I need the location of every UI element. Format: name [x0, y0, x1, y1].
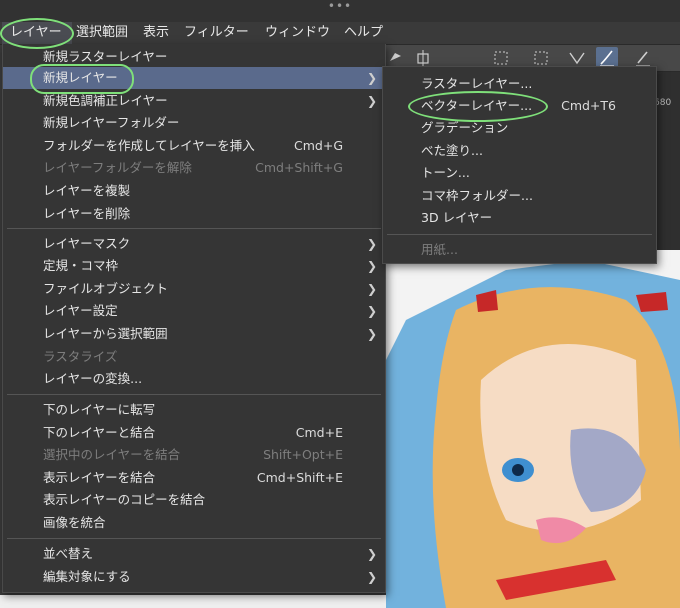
menu-item-label: レイヤー設定: [43, 303, 118, 318]
illustration-image: [386, 260, 680, 608]
menu-item-label: 表示レイヤーを結合: [43, 470, 156, 485]
chevron-right-icon: ❯: [366, 237, 377, 251]
menu-item-merge-visible[interactable]: 表示レイヤーを結合 Cmd+Shift+E: [3, 467, 385, 489]
menu-item-label: 下のレイヤーに転写: [43, 402, 156, 417]
canvas-left-strip: [0, 595, 386, 608]
menu-item-ruler-frame[interactable]: 定規・コマ枠 ❯: [3, 255, 385, 277]
submenu-item-3d-layer[interactable]: 3D レイヤー: [383, 207, 656, 229]
shortcut-label: Cmd+Shift+E: [256, 470, 343, 485]
menu-item-create-folder-insert[interactable]: フォルダーを作成してレイヤーを挿入 Cmd+G: [3, 135, 385, 157]
menu-item-transfer-down[interactable]: 下のレイヤーに転写: [3, 399, 385, 421]
menu-item-label: 用紙...: [421, 242, 458, 257]
menu-item-label: 画像を統合: [43, 515, 106, 530]
menu-bar: レイヤー 選択範囲 表示 フィルター ウィンドウ ヘルプ: [0, 22, 680, 45]
submenu-item-tone[interactable]: トーン...: [383, 162, 656, 184]
chevron-right-icon: ❯: [366, 259, 377, 273]
menu-view[interactable]: 表示: [143, 22, 169, 44]
menu-layer[interactable]: レイヤー: [2, 22, 72, 44]
menu-item-label: 3D レイヤー: [421, 210, 493, 225]
menu-item-label: レイヤーフォルダーを解除: [43, 160, 192, 175]
chevron-right-icon: ❯: [366, 282, 377, 296]
window-dots-icon[interactable]: •••: [0, 0, 680, 12]
menu-item-merge-visible-copy[interactable]: 表示レイヤーのコピーを結合: [3, 489, 385, 511]
menu-item-new-layer[interactable]: 新規レイヤー ❯: [3, 67, 385, 89]
menu-item-label: 新規レイヤーフォルダー: [43, 115, 180, 130]
menu-window[interactable]: ウィンドウ: [265, 22, 330, 44]
menu-filter[interactable]: フィルター: [184, 22, 249, 44]
shortcut-label: Cmd+T6: [561, 98, 616, 113]
menu-item-layer-settings[interactable]: レイヤー設定 ❯: [3, 300, 385, 322]
menu-selection[interactable]: 選択範囲: [76, 22, 128, 44]
menu-item-label: ベクターレイヤー...: [421, 98, 533, 113]
menu-item-file-object[interactable]: ファイルオブジェクト ❯: [3, 278, 385, 300]
submenu-item-vector-layer[interactable]: ベクターレイヤー... Cmd+T6: [383, 95, 656, 117]
menu-item-label: べた塗り...: [421, 143, 483, 158]
menu-separator: [7, 538, 381, 539]
menu-separator: [387, 234, 652, 235]
menu-item-release-folder: レイヤーフォルダーを解除 Cmd+Shift+G: [3, 157, 385, 179]
menu-item-flatten-image[interactable]: 画像を統合: [3, 512, 385, 534]
shortcut-label: Cmd+Shift+G: [255, 160, 343, 175]
menu-item-rasterize: ラスタライズ: [3, 346, 385, 368]
menu-item-label: 新規ラスターレイヤー: [43, 49, 168, 64]
menu-item-delete-layer[interactable]: レイヤーを削除: [3, 203, 385, 225]
menu-item-label: レイヤーを複製: [43, 183, 131, 198]
menu-separator: [7, 394, 381, 395]
menu-item-label: 新規色調補正レイヤー: [43, 93, 168, 108]
menu-item-label: コマ枠フォルダー...: [421, 188, 533, 203]
window-titlebar: •••: [0, 0, 680, 22]
submenu-item-raster-layer[interactable]: ラスターレイヤー...: [383, 73, 656, 95]
menu-help[interactable]: ヘルプ: [344, 22, 383, 44]
menu-item-label: ラスターレイヤー...: [421, 76, 533, 91]
layer-menu-dropdown: 新規ラスターレイヤー 新規レイヤー ❯ 新規色調補正レイヤー ❯ 新規レイヤーフォル…: [2, 44, 386, 593]
menu-item-new-correction-layer[interactable]: 新規色調補正レイヤー ❯: [3, 90, 385, 112]
menu-item-set-edit-target[interactable]: 編集対象にする ❯: [3, 566, 385, 588]
menu-item-label: ラスタライズ: [43, 349, 118, 364]
menu-item-label: 定規・コマ枠: [43, 258, 119, 273]
submenu-item-frame-folder[interactable]: コマ枠フォルダー...: [383, 185, 656, 207]
menu-item-label: トーン...: [421, 165, 470, 180]
menu-item-label: 選択中のレイヤーを結合: [43, 447, 181, 462]
chevron-right-icon: ❯: [366, 71, 377, 85]
menu-item-new-layer-folder[interactable]: 新規レイヤーフォルダー: [3, 112, 385, 134]
chevron-right-icon: ❯: [366, 327, 377, 341]
menu-item-duplicate-layer[interactable]: レイヤーを複製: [3, 180, 385, 202]
chevron-right-icon: ❯: [366, 547, 377, 561]
menu-item-label: レイヤーの変換...: [43, 371, 143, 386]
submenu-item-gradient[interactable]: グラデーション: [383, 117, 656, 139]
menu-item-label: グラデーション: [421, 120, 509, 135]
chevron-right-icon: ❯: [366, 94, 377, 108]
menu-item-convert-layer[interactable]: レイヤーの変換...: [3, 368, 385, 390]
menu-item-arrange[interactable]: 並べ替え ❯: [3, 543, 385, 565]
menu-item-label: ファイルオブジェクト: [43, 281, 169, 296]
menu-item-merge-selected: 選択中のレイヤーを結合 Shift+Opt+E: [3, 444, 385, 466]
menu-item-label: 編集対象にする: [43, 569, 131, 584]
menu-item-label: レイヤーを削除: [43, 206, 131, 221]
menu-item-selection-from-layer[interactable]: レイヤーから選択範囲 ❯: [3, 323, 385, 345]
shortcut-label: Cmd+G: [294, 138, 343, 153]
chevron-right-icon: ❯: [366, 304, 377, 318]
shortcut-label: Shift+Opt+E: [263, 447, 343, 462]
submenu-item-fill[interactable]: べた塗り...: [383, 140, 656, 162]
shortcut-label: Cmd+E: [295, 425, 343, 440]
chevron-right-icon: ❯: [366, 570, 377, 584]
submenu-item-paper: 用紙...: [383, 239, 656, 261]
menu-item-label: 表示レイヤーのコピーを結合: [43, 492, 206, 507]
menu-item-new-raster-layer[interactable]: 新規ラスターレイヤー: [3, 46, 385, 68]
menu-item-layer-mask[interactable]: レイヤーマスク ❯: [3, 233, 385, 255]
menu-separator: [7, 228, 381, 229]
menu-item-label: フォルダーを作成してレイヤーを挿入: [43, 138, 255, 153]
menu-item-merge-down[interactable]: 下のレイヤーと結合 Cmd+E: [3, 422, 385, 444]
new-layer-submenu: ラスターレイヤー... ベクターレイヤー... Cmd+T6 グラデーション べた…: [382, 66, 657, 264]
menu-item-label: 新規レイヤー: [43, 70, 118, 85]
menu-layer-label: レイヤー: [10, 25, 62, 40]
canvas[interactable]: [386, 250, 680, 608]
menu-item-label: 下のレイヤーと結合: [43, 425, 156, 440]
menu-item-label: 並べ替え: [43, 546, 94, 561]
menu-item-label: レイヤーマスク: [43, 236, 131, 251]
menu-item-label: レイヤーから選択範囲: [43, 326, 168, 341]
